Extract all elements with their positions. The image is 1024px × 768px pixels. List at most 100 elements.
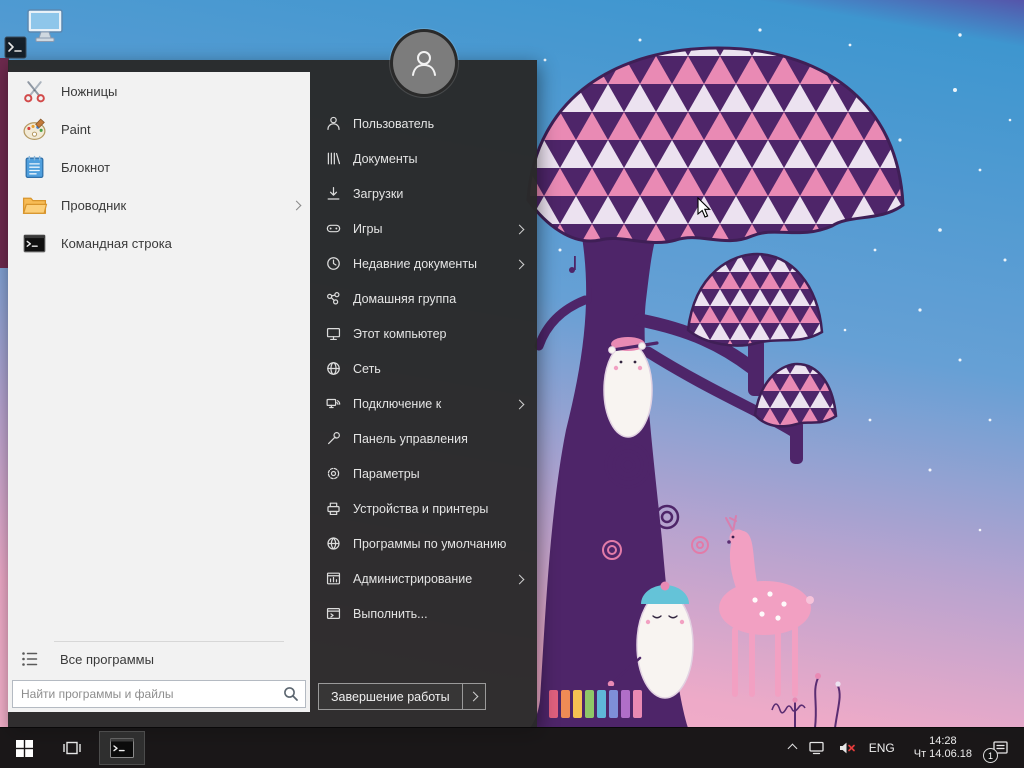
menu-item-label: Пользователь [353,117,434,131]
chevron-right-icon [516,255,523,273]
shutdown-options-arrow[interactable] [462,684,485,709]
default-programs-globe-icon [324,535,342,553]
printer-icon [324,500,342,518]
scissors-icon [20,77,48,105]
search-icon[interactable] [282,685,300,703]
start-menu-item-devices-printers[interactable]: Устройства и принтеры [310,491,537,526]
volume-muted-icon[interactable] [832,728,863,768]
chevron-right-icon [516,395,523,413]
chevron-right-icon [293,196,300,214]
connect-signal-icon [324,395,342,413]
start-menu-item-documents[interactable]: Документы [310,141,537,176]
gear-icon [324,465,342,483]
tray-expand-button[interactable] [783,728,802,768]
menu-item-label: Загрузки [353,187,403,201]
start-menu-item-default-programs[interactable]: Программы по умолчанию [310,526,537,561]
menu-item-label: Командная строка [61,236,172,251]
start-menu-item-network[interactable]: Сеть [310,351,537,386]
task-view-icon [62,739,82,757]
start-menu-item-snipping-tool[interactable]: Ножницы [8,72,310,110]
desktop-icon-console-shortcut[interactable] [4,36,27,59]
desktop: Ножницы Paint [0,0,1024,768]
network-tray-icon[interactable] [802,728,832,768]
computer-icon [324,325,342,343]
wrench-icon [324,430,342,448]
download-icon [324,185,342,203]
system-tray: ENG 14:28 Чт 14.06.18 1 [783,728,1024,768]
start-menu-item-downloads[interactable]: Загрузки [310,176,537,211]
windows-logo-icon [15,739,34,758]
menu-item-label: Ножницы [61,84,117,99]
menu-item-label: Программы по умолчанию [353,537,506,551]
menu-item-label: Подключение к [353,397,441,411]
folder-icon [20,191,48,219]
menu-item-label: Сеть [353,362,381,376]
administration-chart-icon [324,570,342,588]
menu-item-label: Выполнить... [353,607,428,621]
start-menu-item-run[interactable]: Выполнить... [310,596,537,631]
desktop-icon-computer[interactable] [26,7,64,47]
menu-item-label: Этот компьютер [353,327,446,341]
menu-item-label: Документы [353,152,417,166]
start-menu-item-games[interactable]: Игры [310,211,537,246]
start-menu-item-homegroup[interactable]: Домашняя группа [310,281,537,316]
action-center-button[interactable]: 1 [985,728,1016,768]
language-indicator[interactable]: ENG [863,728,901,768]
gamepad-icon [324,220,342,238]
documents-icon [324,150,342,168]
menu-item-label: Проводник [61,198,126,213]
start-menu-item-paint[interactable]: Paint [8,110,310,148]
run-window-icon [324,605,342,623]
menu-item-label: Paint [61,122,91,137]
start-menu-item-explorer[interactable]: Проводник [8,186,310,224]
all-programs-button[interactable]: Все программы [20,648,154,670]
paint-palette-icon [20,115,48,143]
chevron-up-icon [787,743,797,753]
menu-item-label: Параметры [353,467,420,481]
start-menu-item-this-pc[interactable]: Этот компьютер [310,316,537,351]
shutdown-label: Завершение работы [319,684,462,709]
user-avatar[interactable] [393,32,455,94]
start-menu-item-control-panel[interactable]: Панель управления [310,421,537,456]
menu-item-label: Администрирование [353,572,472,586]
taskbar: ENG 14:28 Чт 14.06.18 1 [0,727,1024,768]
start-menu-item-notepad[interactable]: Блокнот [8,148,310,186]
chevron-right-icon [516,220,523,238]
start-menu-right-list: Пользователь Документы Загрузки [310,106,537,631]
start-menu-item-connect-to[interactable]: Подключение к [310,386,537,421]
shutdown-button[interactable]: Завершение работы [318,683,486,710]
start-menu-right-panel: Пользователь Документы Загрузки [310,60,537,728]
start-button[interactable] [0,728,48,768]
clock[interactable]: 14:28 Чт 14.06.18 [901,728,985,768]
start-menu-item-settings[interactable]: Параметры [310,456,537,491]
start-menu-item-user[interactable]: Пользователь [310,106,537,141]
language-label: ENG [869,741,895,755]
task-view-button[interactable] [48,728,96,768]
command-prompt-icon [20,229,48,257]
taskbar-app-cmd[interactable] [99,731,145,765]
menu-item-label: Игры [353,222,382,236]
menu-item-label: Домашняя группа [353,292,456,306]
search-box [12,680,306,708]
start-menu-left-panel: Ножницы Paint [8,72,310,712]
chevron-right-icon [516,570,523,588]
mouse-cursor [697,197,713,219]
menu-item-label: Недавние документы [353,257,477,271]
notification-badge: 1 [983,748,998,763]
clock-icon [324,255,342,273]
user-icon [324,115,342,133]
search-input[interactable] [13,687,282,701]
command-prompt-icon [109,737,135,759]
homegroup-icon [324,290,342,308]
globe-icon [324,360,342,378]
start-menu-item-cmd[interactable]: Командная строка [8,224,310,262]
menu-item-label: Блокнот [61,160,110,175]
start-menu-item-administration[interactable]: Администрирование [310,561,537,596]
start-menu: Ножницы Paint [8,60,537,728]
menu-item-label: Устройства и принтеры [353,502,488,516]
start-menu-item-recent-documents[interactable]: Недавние документы [310,246,537,281]
all-programs-list-icon [20,649,40,669]
all-programs-label: Все программы [60,652,154,667]
notepad-icon [20,153,48,181]
clock-time: 14:28 [914,735,972,748]
